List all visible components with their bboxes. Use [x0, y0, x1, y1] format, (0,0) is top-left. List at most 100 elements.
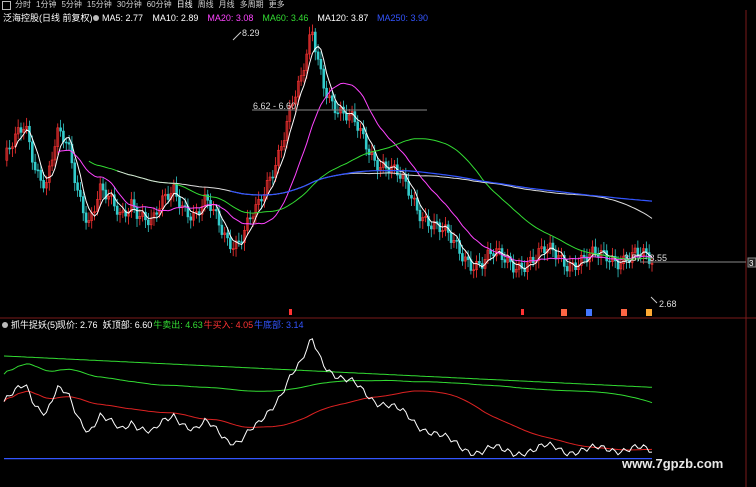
- candle-body: [39, 169, 43, 181]
- candle-body: [336, 112, 340, 115]
- candle-body: [79, 189, 82, 197]
- indicator-value: 妖顶部: 6.60: [103, 319, 153, 330]
- candle-body: [582, 254, 586, 258]
- candle-body: [42, 180, 45, 189]
- candle-body: [466, 256, 470, 260]
- period-tab[interactable]: 更多: [269, 0, 285, 10]
- period-tab[interactable]: 日线: [177, 0, 193, 10]
- indicator-value: MA60: 3.46: [262, 13, 308, 23]
- indicator-value: MA10: 2.89: [152, 13, 198, 23]
- event-marker: [561, 309, 567, 316]
- candle-body: [449, 232, 453, 243]
- candle-body: [608, 260, 611, 263]
- candle-body: [373, 152, 376, 161]
- candle-body: [76, 182, 79, 191]
- candle-body: [455, 240, 459, 242]
- candle-body: [33, 161, 37, 171]
- period-tab[interactable]: 周线: [198, 0, 214, 10]
- candle-body: [271, 176, 275, 179]
- candle-body: [155, 212, 159, 215]
- candle-body: [364, 133, 368, 150]
- candle-body: [376, 160, 379, 172]
- ma5-line: [14, 45, 653, 270]
- candle-body: [206, 194, 210, 201]
- low-marker-line: [650, 296, 658, 304]
- candle-body: [356, 121, 360, 131]
- candle-body: [220, 224, 224, 235]
- candle-body: [135, 207, 139, 219]
- window-icon[interactable]: [2, 0, 11, 10]
- candle-body: [67, 142, 71, 145]
- candle-body: [333, 100, 337, 114]
- candle-body: [19, 127, 23, 133]
- candle-body: [492, 253, 495, 257]
- candle-body: [260, 199, 263, 202]
- ma250-line: [230, 170, 653, 202]
- candle-body: [565, 266, 569, 272]
- period-toolbar: 分时 1分钟 5分钟 15分钟 30分钟 60分钟 日线 周线 月线 多周期 更多: [0, 0, 756, 10]
- candle-body: [229, 237, 232, 250]
- high-label: 8.29: [242, 28, 260, 38]
- candle-body: [197, 211, 201, 215]
- period-tab[interactable]: 60分钟: [147, 0, 172, 10]
- candle-body: [237, 240, 241, 243]
- candle-body: [478, 261, 481, 264]
- candle-body: [189, 216, 193, 221]
- candle-body: [362, 128, 365, 135]
- right-axis-label: 3: [749, 259, 754, 268]
- candle-body: [531, 256, 535, 263]
- candle-body: [59, 127, 62, 132]
- event-marker: [521, 309, 524, 315]
- candle-body: [64, 141, 68, 144]
- candle-body: [503, 259, 507, 263]
- indicator-value: 牛底部: 3.14: [254, 319, 304, 330]
- candle-body: [178, 196, 181, 209]
- indicator-value: MA250: 3.90: [377, 13, 428, 23]
- stock-chart: 泛海控股(日线 前复权) MA5: 2.77 MA10: 2.89 MA20: 3.…: [0, 10, 756, 487]
- candle-body: [101, 183, 105, 191]
- current-price-line: [3, 338, 653, 457]
- candle-body: [316, 51, 320, 60]
- high-marker-line: [232, 31, 242, 41]
- ma60-line: [88, 138, 653, 260]
- indicator-value: 牛卖出: 4.63: [153, 319, 203, 330]
- candle-body: [438, 222, 442, 233]
- period-tab[interactable]: 多周期: [240, 0, 264, 10]
- candle-body: [410, 195, 413, 199]
- event-marker: [646, 309, 652, 316]
- candle-body: [166, 193, 170, 200]
- period-tab[interactable]: 分时: [15, 0, 31, 10]
- candle-body: [398, 174, 402, 179]
- candle-body: [594, 246, 597, 254]
- period-tab[interactable]: 15分钟: [87, 0, 112, 10]
- indicator-value: 牛买入: 4.05: [204, 319, 254, 330]
- sub-indicator-legend: 现价: 2.76 妖顶部: 6.60 牛卖出: 4.63 牛买入: 4.05 牛底部: …: [57, 319, 304, 330]
- mid-level-label: 6.62 - 6.60: [253, 101, 296, 111]
- event-marker: [586, 309, 592, 316]
- period-tab[interactable]: 月线: [219, 0, 235, 10]
- period-tab[interactable]: 30分钟: [117, 0, 142, 10]
- main-header-dot: [93, 15, 99, 21]
- watermark: www.7gpzb.com: [622, 456, 724, 471]
- indicator-value: MA120: 3.87: [317, 13, 368, 23]
- period-tab[interactable]: 5分钟: [61, 0, 81, 10]
- level-label: 3.57 - 3.55: [624, 253, 667, 263]
- candle-body: [240, 241, 243, 244]
- candle-body: [36, 169, 40, 172]
- niu-buy-line: [3, 390, 653, 451]
- candle-body: [429, 225, 433, 230]
- niu-sell-line: [3, 363, 653, 404]
- indicator-value: MA5: 2.77: [102, 13, 143, 23]
- candle-body: [84, 212, 88, 223]
- low-label: 2.68: [659, 299, 677, 309]
- main-indicator-legend: MA5: 2.77 MA10: 2.89 MA20: 3.08 MA60: 3.46 M…: [102, 13, 428, 23]
- candle-body: [8, 147, 11, 150]
- period-tab[interactable]: 1分钟: [36, 0, 56, 10]
- indicator-value: 现价: 2.76: [57, 320, 98, 330]
- candle-body: [73, 162, 77, 184]
- candle-body: [319, 59, 323, 70]
- candle-body: [81, 196, 85, 214]
- event-marker: [621, 309, 627, 316]
- candle-body: [407, 181, 410, 196]
- candle-body: [461, 253, 464, 262]
